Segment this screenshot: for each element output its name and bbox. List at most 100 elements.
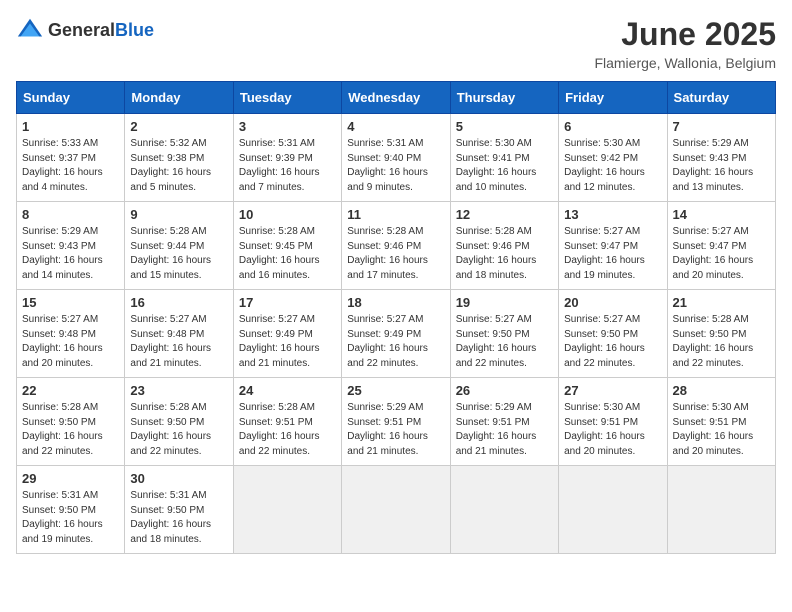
cell-info: Sunrise: 5:27 AMSunset: 9:49 PMDaylight:…: [347, 313, 444, 371]
calendar-cell: 23 Sunrise: 5:28 AMSunset: 9:50 PMDayligh…: [125, 378, 233, 466]
day-number: 10: [239, 207, 336, 222]
day-header-sunday: Sunday: [17, 82, 125, 114]
calendar-cell: 13 Sunrise: 5:27 AMSunset: 9:47 PMDayligh…: [559, 202, 667, 290]
day-number: 30: [130, 471, 227, 486]
calendar-cell: 6 Sunrise: 5:30 AMSunset: 9:42 PMDaylight…: [559, 114, 667, 202]
calendar-cell: 26 Sunrise: 5:29 AMSunset: 9:51 PMDayligh…: [450, 378, 558, 466]
day-number: 6: [564, 119, 661, 134]
calendar-cell: 5Sunrise: 5:30 AMSunset: 9:41 PMDaylight…: [450, 114, 558, 202]
calendar-cell: 22 Sunrise: 5:28 AMSunset: 9:50 PMDayligh…: [17, 378, 125, 466]
day-number: 29: [22, 471, 119, 486]
title-block: June 2025 Flamierge, Wallonia, Belgium: [594, 16, 776, 71]
calendar-week-2: 8 Sunrise: 5:29 AMSunset: 9:43 PMDaylight…: [17, 202, 776, 290]
cell-info: Sunrise: 5:27 AMSunset: 9:48 PMDaylight:…: [22, 313, 119, 371]
cell-info: Sunrise: 5:29 AMSunset: 9:51 PMDaylight:…: [347, 401, 444, 459]
day-number: 4: [347, 119, 444, 134]
calendar-cell: 29Sunrise: 5:31 AMSunset: 9:50 PMDayligh…: [17, 466, 125, 554]
day-number: 18: [347, 295, 444, 310]
cell-info: Sunrise: 5:29 AMSunset: 9:43 PMDaylight:…: [22, 225, 119, 283]
logo-blue: Blue: [115, 21, 154, 39]
cell-info: Sunrise: 5:28 AMSunset: 9:50 PMDaylight:…: [130, 401, 227, 459]
day-number: 14: [673, 207, 770, 222]
calendar-cell: 27 Sunrise: 5:30 AMSunset: 9:51 PMDayligh…: [559, 378, 667, 466]
cell-info: Sunrise: 5:28 AMSunset: 9:46 PMDaylight:…: [456, 225, 553, 283]
cell-info: Sunrise: 5:30 AMSunset: 9:42 PMDaylight:…: [564, 137, 661, 195]
month-title: June 2025: [594, 16, 776, 53]
calendar-cell: 3 Sunrise: 5:31 AMSunset: 9:39 PMDaylight…: [233, 114, 341, 202]
cell-info: Sunrise: 5:29 AMSunset: 9:51 PMDaylight:…: [456, 401, 553, 459]
calendar-cell: 17 Sunrise: 5:27 AMSunset: 9:49 PMDayligh…: [233, 290, 341, 378]
cell-info: Sunrise: 5:28 AMSunset: 9:46 PMDaylight:…: [347, 225, 444, 283]
calendar-cell: 12 Sunrise: 5:28 AMSunset: 9:46 PMDayligh…: [450, 202, 558, 290]
location: Flamierge, Wallonia, Belgium: [594, 55, 776, 71]
day-header-wednesday: Wednesday: [342, 82, 450, 114]
day-number: 15: [22, 295, 119, 310]
cell-info: Sunrise: 5:30 AMSunset: 9:51 PMDaylight:…: [564, 401, 661, 459]
calendar-cell: 4 Sunrise: 5:31 AMSunset: 9:40 PMDaylight…: [342, 114, 450, 202]
day-number: 17: [239, 295, 336, 310]
cell-info: Sunrise: 5:31 AMSunset: 9:40 PMDaylight:…: [347, 137, 444, 195]
calendar-cell: 19 Sunrise: 5:27 AMSunset: 9:50 PMDayligh…: [450, 290, 558, 378]
calendar-cell: 8 Sunrise: 5:29 AMSunset: 9:43 PMDaylight…: [17, 202, 125, 290]
day-number: 20: [564, 295, 661, 310]
day-number: 22: [22, 383, 119, 398]
day-number: 27: [564, 383, 661, 398]
cell-info: Sunrise: 5:27 AMSunset: 9:50 PMDaylight:…: [564, 313, 661, 371]
day-number: 24: [239, 383, 336, 398]
cell-info: Sunrise: 5:31 AMSunset: 9:39 PMDaylight:…: [239, 137, 336, 195]
cell-info: Sunrise: 5:28 AMSunset: 9:50 PMDaylight:…: [22, 401, 119, 459]
cell-info: Sunrise: 5:27 AMSunset: 9:50 PMDaylight:…: [456, 313, 553, 371]
calendar-week-5: 29 Sunrise: 5:31 AMSunset: 9:50 PMDayligh…: [17, 466, 776, 554]
day-header-thursday: Thursday: [450, 82, 558, 114]
calendar-cell: [667, 466, 775, 554]
cell-info: Sunrise: 5:27 AMSunset: 9:48 PMDaylight:…: [130, 313, 227, 371]
calendar-cell: 24 Sunrise: 5:28 AMSunset: 9:51 PMDayligh…: [233, 378, 341, 466]
calendar-cell: [233, 466, 341, 554]
day-header-saturday: Saturday: [667, 82, 775, 114]
cell-info: Sunrise: 5:31 AMSunset: 9:50 PMDaylight:…: [130, 489, 227, 547]
calendar-cell: 15 Sunrise: 5:27 AMSunset: 9:48 PMDayligh…: [17, 290, 125, 378]
day-number: 1: [22, 119, 119, 134]
day-header-friday: Friday: [559, 82, 667, 114]
calendar-cell: 18 Sunrise: 5:27 AMSunset: 9:49 PMDayligh…: [342, 290, 450, 378]
calendar-cell: [342, 466, 450, 554]
day-number: 13: [564, 207, 661, 222]
day-number: 28: [673, 383, 770, 398]
cell-info: Sunrise: 5:27 AMSunset: 9:47 PMDaylight:…: [564, 225, 661, 283]
calendar-cell: 21 Sunrise: 5:28 AMSunset: 9:50 PMDayligh…: [667, 290, 775, 378]
day-number: 11: [347, 207, 444, 222]
calendar-cell: 11 Sunrise: 5:28 AMSunset: 9:46 PMDayligh…: [342, 202, 450, 290]
cell-info: Sunrise: 5:28 AMSunset: 9:50 PMDaylight:…: [673, 313, 770, 371]
calendar-cell: [450, 466, 558, 554]
calendar-cell: 20 Sunrise: 5:27 AMSunset: 9:50 PMDayligh…: [559, 290, 667, 378]
cell-info: Sunrise: 5:32 AMSunset: 9:38 PMDaylight:…: [130, 137, 227, 195]
cell-info: Sunrise: 5:27 AMSunset: 9:47 PMDaylight:…: [673, 225, 770, 283]
calendar-cell: 25 Sunrise: 5:29 AMSunset: 9:51 PMDayligh…: [342, 378, 450, 466]
day-number: 9: [130, 207, 227, 222]
calendar-cell: 7Sunrise: 5:29 AMSunset: 9:43 PMDaylight…: [667, 114, 775, 202]
day-number: 12: [456, 207, 553, 222]
calendar-cell: [559, 466, 667, 554]
cell-info: Sunrise: 5:30 AMSunset: 9:51 PMDaylight:…: [673, 401, 770, 459]
day-number: 2: [130, 119, 227, 134]
day-number: 23: [130, 383, 227, 398]
cell-info: Sunrise: 5:28 AMSunset: 9:44 PMDaylight:…: [130, 225, 227, 283]
cell-info: Sunrise: 5:27 AMSunset: 9:49 PMDaylight:…: [239, 313, 336, 371]
cell-info: Sunrise: 5:29 AMSunset: 9:43 PMDaylight:…: [673, 137, 770, 195]
day-number: 19: [456, 295, 553, 310]
calendar-cell: 10 Sunrise: 5:28 AMSunset: 9:45 PMDayligh…: [233, 202, 341, 290]
day-header-monday: Monday: [125, 82, 233, 114]
calendar-cell: 14 Sunrise: 5:27 AMSunset: 9:47 PMDayligh…: [667, 202, 775, 290]
day-number: 5: [456, 119, 553, 134]
calendar-week-1: 1 Sunrise: 5:33 AMSunset: 9:37 PMDaylight…: [17, 114, 776, 202]
cell-info: Sunrise: 5:33 AMSunset: 9:37 PMDaylight:…: [22, 137, 119, 195]
day-number: 21: [673, 295, 770, 310]
day-number: 25: [347, 383, 444, 398]
page-header: General Blue June 2025 Flamierge, Wallon…: [16, 16, 776, 71]
day-number: 16: [130, 295, 227, 310]
day-number: 26: [456, 383, 553, 398]
day-number: 3: [239, 119, 336, 134]
day-number: 8: [22, 207, 119, 222]
cell-info: Sunrise: 5:28 AMSunset: 9:45 PMDaylight:…: [239, 225, 336, 283]
cell-info: Sunrise: 5:28 AMSunset: 9:51 PMDaylight:…: [239, 401, 336, 459]
